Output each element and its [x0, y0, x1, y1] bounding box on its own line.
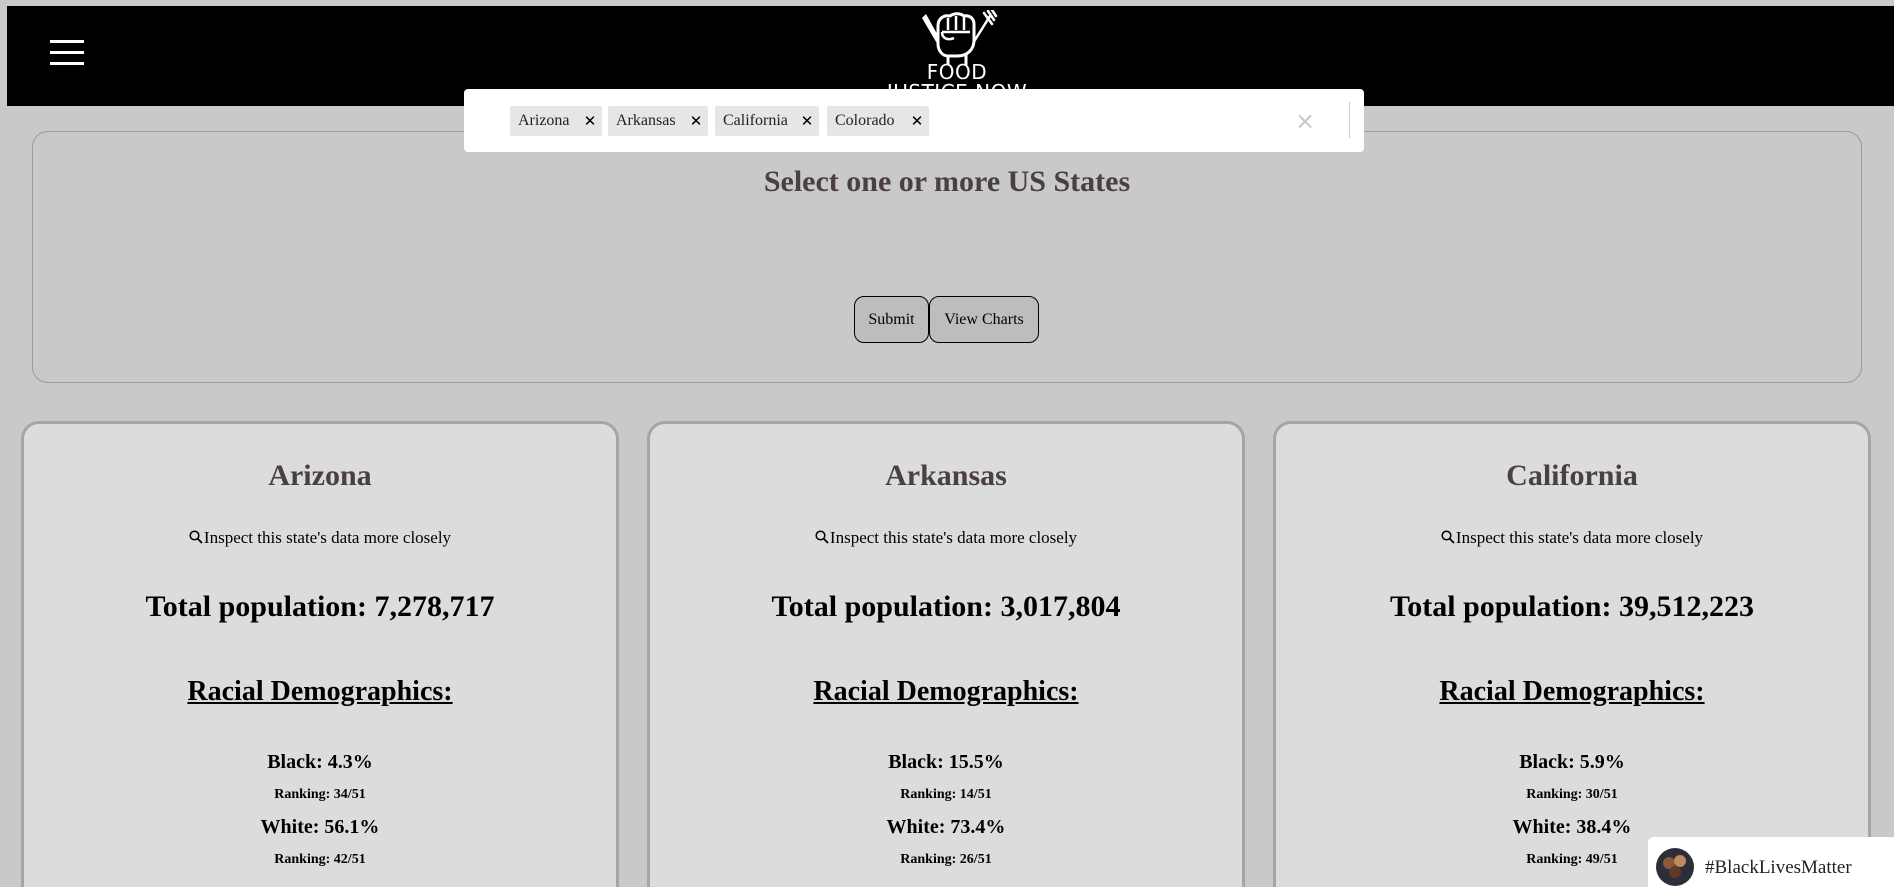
total-population: Total population: 3,017,804 — [771, 590, 1121, 623]
selected-state-chip: Arkansas ✕ — [608, 106, 708, 136]
inspect-label: Inspect this state's data more closely — [1455, 528, 1704, 547]
chip-label: California — [723, 112, 788, 129]
chevron-down-icon[interactable] — [1358, 106, 1388, 136]
chip-label: Arizona — [518, 112, 570, 129]
total-population: Total population: 7,278,717 — [145, 590, 495, 623]
inspect-label: Inspect this state's data more closely — [829, 528, 1078, 547]
black-ranking: Ranking: 14/51 — [900, 787, 992, 802]
white-ranking: Ranking: 42/51 — [274, 852, 366, 867]
state-card: Arizona Inspect this state's data more c… — [21, 421, 619, 887]
hamburger-menu-icon[interactable] — [50, 36, 84, 70]
racial-demographics-heading: Racial Demographics: — [1439, 676, 1705, 707]
black-percentage: Black: 4.3% — [267, 751, 373, 773]
inspect-state-link[interactable]: Inspect this state's data more closely — [650, 528, 1242, 548]
racial-demographics-heading: Racial Demographics: — [187, 676, 453, 707]
black-ranking: Ranking: 30/51 — [1526, 787, 1618, 802]
chip-label: Colorado — [835, 112, 895, 129]
black-percentage: Black: 15.5% — [888, 751, 1004, 773]
white-percentage: White: 56.1% — [260, 816, 380, 838]
search-icon — [1441, 530, 1455, 544]
view-charts-button[interactable]: View Charts — [929, 296, 1039, 343]
state-card: California Inspect this state's data mor… — [1273, 421, 1871, 887]
raised-fist-fork-knife-icon — [922, 10, 998, 65]
racial-demographics-heading: Racial Demographics: — [813, 676, 1079, 707]
black-lives-matter-badge[interactable]: #BlackLivesMatter — [1648, 837, 1894, 887]
white-percentage: White: 38.4% — [1512, 816, 1632, 838]
state-selector-panel: Select one or more US States — [32, 131, 1862, 383]
state-card: Arkansas Inspect this state's data more … — [647, 421, 1245, 887]
white-ranking: Ranking: 26/51 — [900, 852, 992, 867]
close-icon[interactable]: ✕ — [578, 106, 602, 136]
clear-all-icon[interactable]: × — [1290, 104, 1320, 138]
blm-hashtag: #BlackLivesMatter — [1705, 857, 1852, 878]
search-icon — [815, 530, 829, 544]
inspect-label: Inspect this state's data more closely — [203, 528, 452, 547]
selected-state-chip: Arizona ✕ — [510, 106, 602, 136]
close-icon[interactable]: ✕ — [795, 106, 819, 136]
blm-hands-icon — [1656, 848, 1694, 886]
selector-title: Select one or more US States — [763, 165, 1131, 198]
state-name: Arizona — [268, 459, 372, 492]
logo-text-food: FOOD — [926, 60, 988, 84]
submit-button[interactable]: Submit — [854, 296, 929, 343]
inspect-state-link[interactable]: Inspect this state's data more closely — [24, 528, 616, 548]
state-name: California — [1506, 459, 1638, 492]
close-icon[interactable]: ✕ — [684, 106, 708, 136]
black-percentage: Black: 5.9% — [1519, 751, 1625, 773]
state-name: Arkansas — [885, 459, 1007, 492]
inspect-state-link[interactable]: Inspect this state's data more closely — [1276, 528, 1868, 548]
black-ranking: Ranking: 34/51 — [274, 787, 366, 802]
indicator-separator — [1349, 102, 1350, 138]
chip-label: Arkansas — [616, 112, 676, 129]
total-population: Total population: 39,512,223 — [1390, 590, 1754, 623]
white-percentage: White: 73.4% — [886, 816, 1006, 838]
close-icon[interactable]: ✕ — [905, 106, 929, 136]
selected-state-chip: Colorado ✕ — [827, 106, 929, 136]
selected-state-chip: California ✕ — [715, 106, 819, 136]
search-icon — [189, 530, 203, 544]
